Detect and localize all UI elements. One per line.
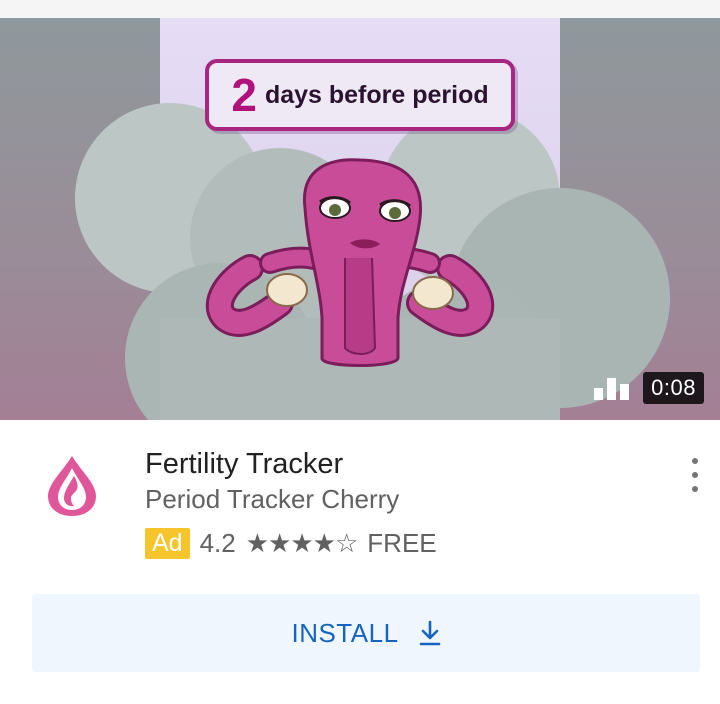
video-player[interactable]: 2 days before period 0:08: [0, 18, 720, 420]
install-label: INSTALL: [291, 617, 399, 648]
status-bar-edge: [0, 0, 720, 18]
download-icon: [419, 620, 440, 646]
headline-text: days before period: [264, 80, 489, 109]
price-label: FREE: [367, 528, 437, 558]
video-duration: 0:08: [643, 372, 704, 404]
audio-bars-icon: [594, 376, 630, 400]
app-developer: Period Tracker Cherry: [145, 484, 400, 514]
headline-number: 2: [231, 69, 257, 121]
video-badges: 0:08: [594, 372, 704, 404]
more-vert-icon[interactable]: [684, 458, 706, 492]
install-button[interactable]: INSTALL: [32, 594, 700, 672]
rating-stars: ★★★★☆: [245, 528, 359, 558]
app-meta: Ad 4.2 ★★★★☆ FREE: [145, 528, 437, 559]
app-logo-icon[interactable]: [44, 454, 100, 518]
app-title: Fertility Tracker: [145, 448, 344, 480]
ad-badge: Ad: [145, 528, 190, 559]
video-headline-card: 2 days before period: [205, 59, 515, 131]
rating-value: 4.2: [199, 528, 236, 558]
